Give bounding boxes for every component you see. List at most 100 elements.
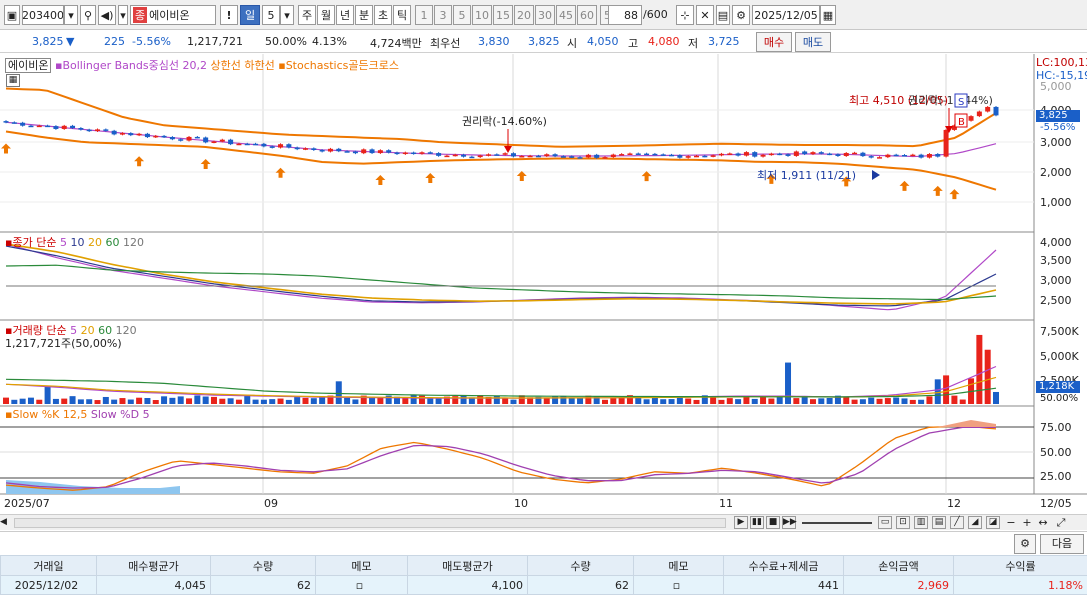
zoom-out-icon[interactable]: − bbox=[1004, 516, 1018, 529]
zoom-slider[interactable] bbox=[802, 522, 872, 524]
area-type-icon[interactable]: ◢ bbox=[968, 516, 982, 529]
buy-button[interactable]: 매수 bbox=[756, 32, 792, 52]
volume-bar bbox=[144, 398, 151, 404]
period-second-button[interactable]: 초 bbox=[374, 5, 392, 25]
candle-body bbox=[103, 129, 109, 131]
code-dropdown-icon[interactable]: ▾ bbox=[64, 5, 78, 25]
stock-code-input[interactable]: 203400 bbox=[22, 5, 64, 25]
col-sell-avg[interactable]: 매도평균가 bbox=[407, 555, 528, 576]
expand-icon[interactable]: ⤢ bbox=[1054, 516, 1068, 529]
period-count[interactable]: 5 bbox=[262, 5, 280, 25]
col-fee-tax[interactable]: 수수료+제세금 bbox=[723, 555, 844, 576]
volume-bar bbox=[693, 399, 700, 404]
period-month-button[interactable]: 월 bbox=[317, 5, 335, 25]
interval-15-button[interactable]: 15 bbox=[493, 5, 513, 25]
indicator-icon[interactable]: ⊹ bbox=[676, 5, 694, 25]
low-label: 저 bbox=[688, 37, 699, 50]
candle-type-icon[interactable]: ▥ bbox=[914, 516, 928, 529]
scroll-track[interactable] bbox=[14, 518, 726, 528]
zoom-box-icon[interactable]: ⊡ bbox=[896, 516, 910, 529]
date-input[interactable]: 2025/12/05 bbox=[752, 5, 820, 25]
ma-legend: ▪종가 단순 5 10 20 60 120 bbox=[5, 236, 144, 249]
period-tick-button[interactable]: 틱 bbox=[393, 5, 411, 25]
speaker-icon[interactable]: ◀) bbox=[98, 5, 116, 25]
col-return[interactable]: 수익률 bbox=[953, 555, 1087, 576]
candle-body bbox=[319, 150, 325, 152]
scroll-left-icon[interactable]: ◀ bbox=[0, 517, 12, 529]
volume-bar bbox=[718, 399, 725, 404]
candle-body bbox=[718, 153, 724, 156]
table-row[interactable]: 2025/12/02 4,045 62 ▫ 4,100 62 ▫ 441 2,9… bbox=[0, 575, 1087, 595]
calendar-icon[interactable]: ▦ bbox=[820, 5, 836, 25]
volume-bar bbox=[510, 399, 517, 404]
interval-60-button[interactable]: 60 bbox=[577, 5, 597, 25]
col-buy-qty[interactable]: 수량 bbox=[210, 555, 316, 576]
period-week-button[interactable]: 주 bbox=[298, 5, 316, 25]
bar-type-icon[interactable]: ▤ bbox=[932, 516, 946, 529]
candle-body bbox=[153, 135, 159, 138]
volume-bar bbox=[502, 397, 509, 404]
panel-icon[interactable]: ▣ bbox=[4, 5, 20, 25]
gear-icon[interactable]: ⚙ bbox=[732, 5, 750, 25]
crosshair-icon[interactable]: ✕ bbox=[696, 5, 714, 25]
alert-button[interactable]: ! bbox=[220, 5, 238, 25]
period-minute-button[interactable]: 분 bbox=[355, 5, 373, 25]
volume-bar bbox=[918, 399, 925, 404]
col-buy-avg[interactable]: 매수평균가 bbox=[96, 555, 211, 576]
open-label: 시 bbox=[567, 37, 578, 50]
interval-10-button[interactable]: 10 bbox=[472, 5, 492, 25]
data-count-input[interactable]: 88 bbox=[608, 5, 642, 25]
period-day-button[interactable]: 일 bbox=[240, 5, 260, 25]
volume-bar bbox=[601, 399, 608, 404]
period-year-button[interactable]: 년 bbox=[336, 5, 354, 25]
sell-memo-icon[interactable]: ▫ bbox=[633, 575, 724, 595]
volume-bar bbox=[818, 398, 825, 404]
play-icon[interactable]: ▶ bbox=[734, 516, 748, 529]
pause-icon[interactable]: ▮▮ bbox=[750, 516, 764, 529]
candle-body bbox=[735, 153, 741, 156]
candle-body bbox=[244, 143, 250, 146]
candle-body bbox=[802, 151, 808, 155]
speaker-dropdown-icon[interactable]: ▾ bbox=[118, 5, 128, 25]
candle-body bbox=[635, 153, 641, 155]
col-sell-memo[interactable]: 메모 bbox=[633, 555, 724, 576]
sell-signal-marker[interactable]: S bbox=[954, 93, 968, 108]
interval-5-button[interactable]: 5 bbox=[453, 5, 471, 25]
stop-icon[interactable]: ■ bbox=[766, 516, 780, 529]
volume-bar bbox=[377, 397, 384, 404]
stock-name-field[interactable]: 종 에이비온 bbox=[130, 5, 216, 25]
buy-signal-marker[interactable]: B bbox=[954, 113, 968, 128]
buy-memo-icon[interactable]: ▫ bbox=[315, 575, 408, 595]
overlay-icon[interactable]: ◪ bbox=[986, 516, 1000, 529]
interval-3-button[interactable]: 3 bbox=[434, 5, 452, 25]
search-icon[interactable]: ⚲ bbox=[80, 5, 96, 25]
table-settings-gear-icon[interactable]: ⚙ bbox=[1014, 534, 1036, 554]
volume-bar bbox=[760, 396, 767, 404]
fast-forward-icon[interactable]: ▶▶ bbox=[782, 516, 797, 529]
col-sell-qty[interactable]: 수량 bbox=[527, 555, 634, 576]
grid-table-icon[interactable]: ▦ bbox=[6, 74, 20, 87]
volume-bar bbox=[252, 399, 259, 404]
interval-1-button[interactable]: 1 bbox=[415, 5, 433, 25]
candle-body bbox=[777, 153, 783, 156]
zoom-fit-icon[interactable]: ▭ bbox=[878, 516, 892, 529]
xaxis-label-dec: 12 bbox=[947, 497, 961, 510]
reset-icon[interactable]: ↔ bbox=[1036, 516, 1050, 529]
col-trade-date[interactable]: 거래일 bbox=[0, 555, 97, 576]
volume-bar bbox=[319, 397, 326, 404]
stock-chart[interactable]: 권리락(-14.60%) 최고 4,510 (12/05) 권리락(-12.44… bbox=[0, 54, 1087, 514]
col-buy-memo[interactable]: 메모 bbox=[315, 555, 408, 576]
interval-20-button[interactable]: 20 bbox=[514, 5, 534, 25]
line-type-icon[interactable]: ╱ bbox=[950, 516, 964, 529]
save-icon[interactable]: ▤ bbox=[716, 5, 730, 25]
period-dropdown-icon[interactable]: ▾ bbox=[280, 5, 294, 25]
zoom-in-icon[interactable]: + bbox=[1020, 516, 1034, 529]
next-button[interactable]: 다음 bbox=[1040, 534, 1084, 554]
interval-30-button[interactable]: 30 bbox=[535, 5, 555, 25]
interval-45-button[interactable]: 45 bbox=[556, 5, 576, 25]
volume-bar bbox=[94, 400, 101, 404]
volume-bar bbox=[36, 399, 43, 404]
candle-body bbox=[377, 150, 383, 154]
sell-button[interactable]: 매도 bbox=[795, 32, 831, 52]
col-profit[interactable]: 손익금액 bbox=[843, 555, 954, 576]
